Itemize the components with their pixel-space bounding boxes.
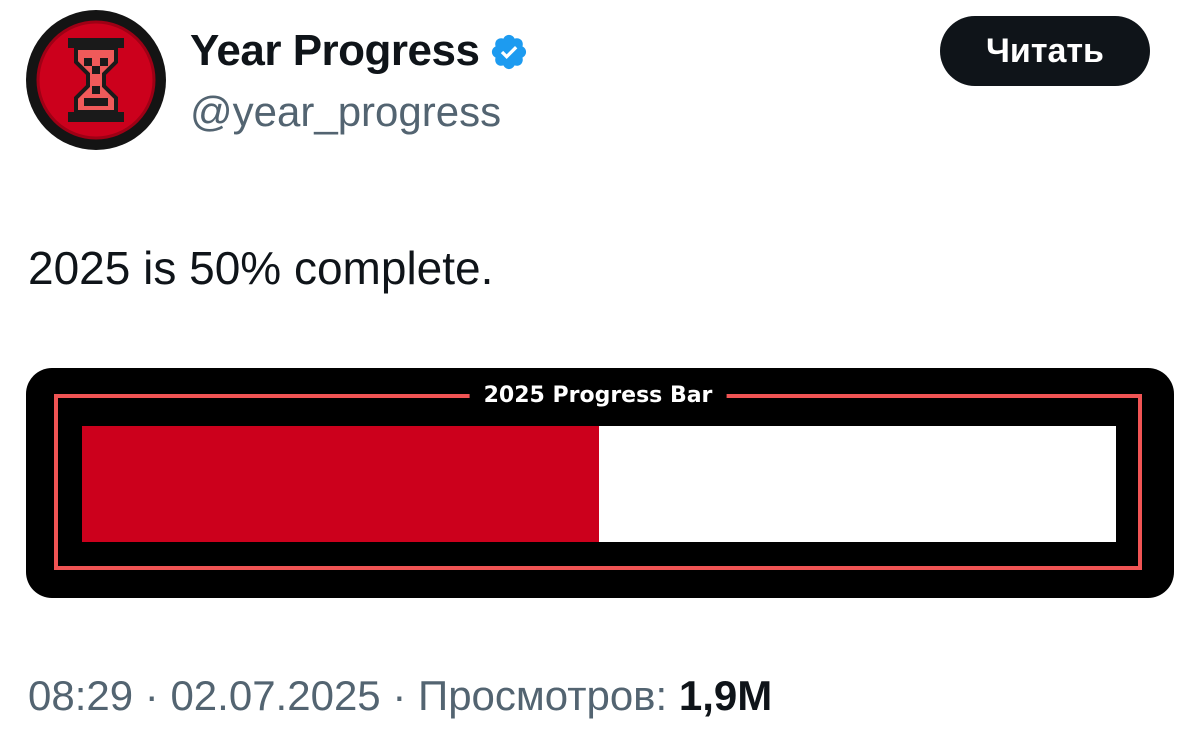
tweet-time[interactable]: 08:29 — [28, 672, 133, 719]
media-image[interactable]: 2025 Progress Bar — [26, 368, 1174, 598]
author-name-row: Year Progress — [190, 24, 529, 78]
avatar[interactable] — [26, 10, 166, 150]
views-label: Просмотров: — [418, 672, 668, 719]
author-display-name[interactable]: Year Progress — [190, 24, 480, 78]
follow-button[interactable]: Читать — [940, 16, 1150, 86]
tweet-date[interactable]: 02.07.2025 — [170, 672, 380, 719]
hourglass-icon — [36, 20, 156, 140]
meta-separator: · — [144, 672, 159, 719]
author-handle[interactable]: @year_progress — [190, 86, 501, 138]
progress-bar-track — [82, 426, 1116, 542]
verified-badge-icon — [492, 34, 527, 70]
meta-separator: · — [392, 672, 407, 719]
tweet-text: 2025 is 50% complete. — [28, 242, 494, 294]
tweet-meta: 08:29 · 02.07.2025 · Просмотров: 1,9M — [28, 670, 772, 722]
progress-bar-fill — [82, 426, 599, 542]
views-count: 1,9M — [678, 672, 773, 719]
progress-bar-title: 2025 Progress Bar — [469, 382, 727, 410]
